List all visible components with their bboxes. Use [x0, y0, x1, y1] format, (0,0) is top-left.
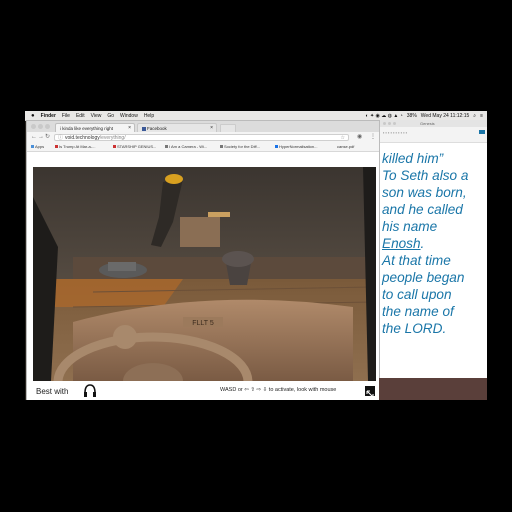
wikipedia-icon — [220, 145, 223, 149]
scripture-line: to call upon — [382, 287, 452, 302]
forward-arrow-icon[interactable]: → — [38, 133, 44, 142]
menu-file[interactable]: File — [62, 113, 70, 119]
apple-menu-icon[interactable]: ● — [31, 113, 35, 119]
status-icons[interactable]: ◐ ✦ ◉ ☁ ◍ ▲ ◔ — [366, 113, 403, 119]
scripture-window: Genesis ▪ ▪ ▪ ▪ ▪ ▪ ▪ ▪ ▪ ▪ killed him” … — [379, 120, 487, 378]
reload-icon[interactable]: ↻ — [45, 133, 50, 142]
back-arrow-icon[interactable]: ← — [31, 133, 37, 142]
scripture-line: the LORD. — [382, 321, 447, 336]
scripture-line: killed him” — [382, 151, 444, 166]
close-tab-icon[interactable]: × — [210, 124, 213, 132]
toolbar-toggle[interactable] — [479, 130, 485, 134]
page-footer: Best with WASD or ⇦ ⇧ ⇨ ⇩ to activate, l… — [27, 382, 380, 400]
bookmark-favicon-icon — [113, 145, 116, 149]
scripture-line: son was born, — [382, 185, 467, 200]
bookmark-item[interactable]: I Am a Camera - Wi... — [165, 143, 207, 151]
minimize-window-icon[interactable] — [388, 122, 391, 125]
menu-help[interactable]: Help — [144, 113, 154, 119]
dashboard-label: FLLT 5 — [192, 320, 214, 327]
menu-view[interactable]: View — [91, 113, 102, 119]
close-tab-icon[interactable]: × — [128, 124, 131, 132]
apps-grid-icon — [31, 145, 34, 149]
tab-void-technology[interactable]: i kinda like everything right × — [55, 123, 135, 132]
hanging-panel — [180, 217, 220, 247]
scripture-toolbar: ▪ ▪ ▪ ▪ ▪ ▪ ▪ ▪ ▪ ▪ — [380, 127, 487, 143]
tab-label: Facebook — [147, 126, 167, 131]
tab-strip: i kinda like everything right × Facebook… — [27, 121, 380, 133]
close-window-icon[interactable] — [31, 124, 36, 129]
fullscreen-button[interactable] — [365, 386, 375, 398]
bookmark-favicon-icon — [275, 145, 278, 149]
zoom-window-icon[interactable] — [393, 122, 396, 125]
scripture-line: the name of — [382, 304, 454, 319]
bookmark-item[interactable]: Society for the Diff... — [220, 143, 260, 151]
menu-go[interactable]: Go — [107, 113, 114, 119]
page-info-icon[interactable]: ⓘ — [58, 135, 63, 142]
controls-instructions: WASD or ⇦ ⇧ ⇨ ⇩ to activate, look with m… — [220, 387, 337, 393]
menu-window[interactable]: Window — [120, 113, 138, 119]
facebook-favicon-icon — [142, 126, 146, 131]
punctuation: . — [420, 236, 425, 251]
extension-icon[interactable]: ◉ — [357, 133, 362, 142]
desktop-background — [379, 378, 487, 400]
browser-window: i kinda like everything right × Facebook… — [26, 120, 381, 400]
tab-label: i kinda like everything right — [60, 126, 114, 131]
scripture-window-titlebar: Genesis — [380, 120, 487, 127]
bookmark-item[interactable]: HyperNormalisation... — [275, 143, 317, 151]
bookmark-item[interactable]: STARSHIP GENIUS... — [113, 143, 156, 151]
scripture-line: To Seth also a — [382, 168, 469, 183]
bookmark-item[interactable]: Is Trump At Mar-a-... — [55, 143, 95, 151]
wikipedia-icon — [165, 145, 168, 149]
floating-yellow-object — [165, 174, 183, 184]
cupcake-top — [222, 251, 254, 267]
scripture-line: At that time — [382, 253, 451, 268]
spotlight-icon[interactable]: ⌕ — [473, 113, 476, 119]
url-path: /everything/ — [99, 135, 126, 141]
bookmark-apps[interactable]: Apps — [31, 143, 44, 151]
scripture-line: his name — [382, 219, 438, 234]
expand-icon — [366, 390, 374, 398]
scripture-line: Enosh. — [382, 235, 487, 252]
name-enosh: Enosh — [382, 236, 421, 251]
menu-edit[interactable]: Edit — [76, 113, 85, 119]
minimize-window-icon[interactable] — [38, 124, 43, 129]
url-field[interactable]: ⓘ void.technology/everything/ ☆ — [54, 134, 349, 141]
tab-facebook[interactable]: Facebook × — [137, 123, 217, 132]
url-host: void.technology — [65, 135, 100, 141]
toolbar-icons[interactable]: ▪ ▪ ▪ ▪ ▪ ▪ ▪ ▪ ▪ ▪ — [383, 130, 407, 135]
menubar-clock[interactable]: Wed May 24 11:12:15 — [421, 113, 469, 119]
shelf-light — [208, 212, 230, 217]
scripture-line: and he called — [382, 202, 463, 217]
notification-center-icon[interactable]: ≡ — [480, 113, 483, 119]
bookmark-star-icon[interactable]: ☆ — [341, 135, 345, 142]
scripture-line: people began — [382, 270, 465, 285]
bookmarks-bar: Apps Is Trump At Mar-a-... STARSHIP GENI… — [27, 143, 380, 152]
scripture-text: killed him” To Seth also a son was born,… — [382, 150, 487, 337]
webgl-car-scene[interactable]: FLLT 5 — [33, 167, 376, 381]
battery-level[interactable]: 38% — [407, 113, 417, 119]
menu-icon[interactable]: ⋮ — [370, 133, 376, 142]
scripture-window-title: Genesis — [420, 121, 435, 126]
zoom-window-icon[interactable] — [45, 124, 50, 129]
best-with-label: Best with — [36, 387, 69, 396]
close-window-icon[interactable] — [383, 122, 386, 125]
grey-sculpture-base — [108, 262, 136, 271]
bookmark-item[interactable]: canse.pdf — [337, 143, 354, 151]
headphones-icon — [84, 384, 96, 397]
menu-app-finder[interactable]: Finder — [41, 113, 56, 119]
desktop-screen: ● Finder File Edit View Go Window Help ◐… — [25, 111, 487, 400]
bookmark-favicon-icon — [55, 145, 58, 149]
